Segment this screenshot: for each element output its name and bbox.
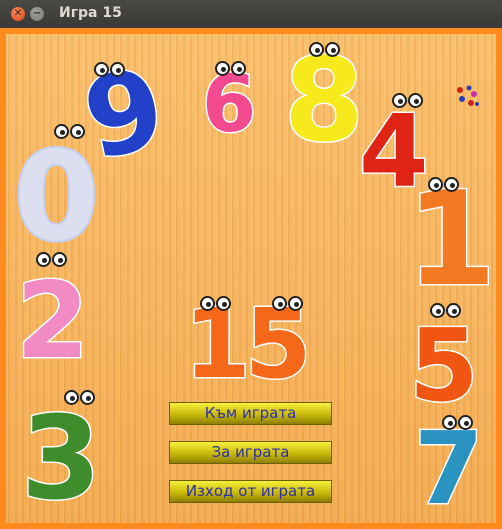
window-frame: 9 6 8 4 0 1 2 15 5 3 7 Към играта За игр… bbox=[0, 28, 502, 529]
digit-three-eyes bbox=[64, 390, 98, 406]
menu-board: 9 6 8 4 0 1 2 15 5 3 7 Към играта За игр… bbox=[6, 34, 498, 527]
digit-six: 6 bbox=[200, 60, 257, 150]
digit-six-eyes bbox=[215, 61, 249, 77]
digit-seven-eyes bbox=[442, 415, 476, 431]
digit-zero: 0 bbox=[12, 126, 101, 268]
digit-eight-eyes bbox=[309, 42, 343, 58]
digit-five: 5 bbox=[408, 307, 481, 424]
dice-logo-icon bbox=[457, 85, 479, 106]
title-fifteen-eyes-one bbox=[200, 296, 234, 312]
minimize-button[interactable]: − bbox=[30, 7, 44, 21]
digit-two-eyes bbox=[36, 252, 70, 268]
digit-zero-eyes bbox=[54, 124, 88, 140]
title-fifteen-eyes-five bbox=[272, 296, 306, 312]
title-bar: ✕ − Игра 15 bbox=[0, 0, 502, 29]
digit-five-eyes bbox=[430, 303, 464, 319]
digit-one: 1 bbox=[404, 163, 497, 315]
digit-three: 3 bbox=[19, 392, 102, 526]
window-title: Игра 15 bbox=[59, 5, 122, 21]
digit-eight: 8 bbox=[282, 34, 365, 168]
digit-seven: 7 bbox=[413, 410, 486, 527]
digit-four-eyes bbox=[392, 93, 426, 109]
close-button[interactable]: ✕ bbox=[11, 7, 25, 21]
game-window: ✕ − Игра 15 9 6 8 4 0 1 2 15 5 3 7 Към и… bbox=[0, 0, 502, 529]
digit-two: 2 bbox=[14, 260, 90, 382]
about-game-button[interactable]: За играта bbox=[169, 441, 332, 464]
exit-game-button[interactable]: Изход от играта bbox=[169, 480, 332, 503]
digit-one-eyes bbox=[428, 177, 462, 193]
digit-nine-eyes bbox=[94, 62, 128, 78]
start-game-button[interactable]: Към играта bbox=[169, 402, 332, 425]
